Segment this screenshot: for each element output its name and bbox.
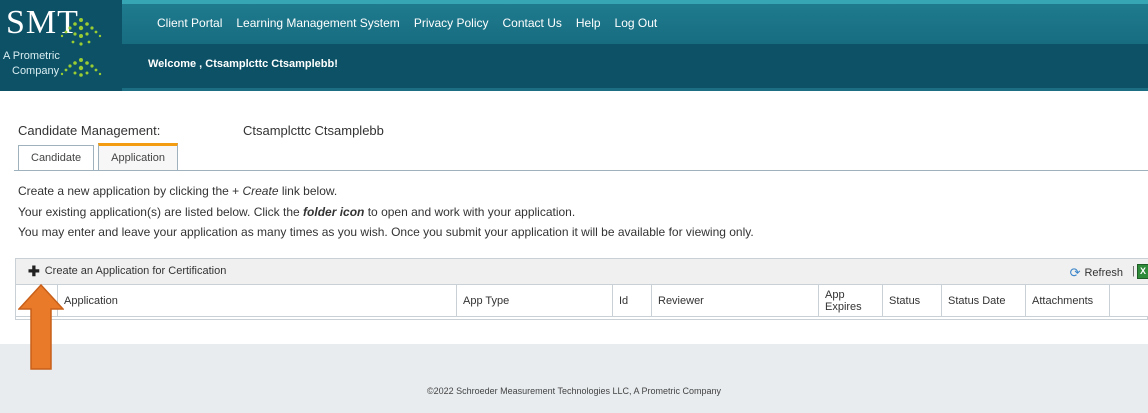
- welcome-message: Welcome , Ctsamplcttc Ctsamplebb!: [148, 58, 338, 70]
- top-navigation: Client Portal Learning Management System…: [157, 16, 657, 30]
- refresh-button[interactable]: ⟳ Refresh: [1070, 265, 1123, 281]
- column-header-extra: [1110, 285, 1148, 317]
- tab-divider: [14, 170, 1148, 171]
- tab-application[interactable]: Application: [98, 143, 178, 170]
- grid-header-row: Application App Type Id Reviewer App Exp…: [16, 285, 1148, 317]
- instruction-line-1-prefix: Create a new application by clicking the…: [18, 184, 243, 198]
- footer: ©2022 Schroeder Measurement Technologies…: [0, 344, 1148, 413]
- create-application-button[interactable]: ✚ Create an Application for Certificatio…: [28, 263, 227, 279]
- column-header-status[interactable]: Status: [883, 285, 942, 317]
- instruction-line-1-suffix: link below.: [278, 184, 338, 198]
- instruction-create-word: Create: [242, 184, 279, 198]
- nav-contact-us[interactable]: Contact Us: [503, 16, 562, 30]
- nav-privacy-policy[interactable]: Privacy Policy: [414, 16, 489, 30]
- footer-copyright: ©2022 Schroeder Measurement Technologies…: [426, 386, 722, 396]
- nav-client-portal[interactable]: Client Portal: [157, 16, 222, 30]
- header-accent-strip: [0, 0, 1148, 4]
- instruction-line-3: You may enter and leave your application…: [18, 225, 754, 239]
- tab-bar: Candidate Application: [18, 143, 182, 170]
- column-header-status-date[interactable]: Status Date: [942, 285, 1026, 317]
- site-header: SMT A Prometric Company Client Portal Le…: [0, 0, 1148, 91]
- logo[interactable]: SMT A Prometric Company: [0, 0, 122, 91]
- create-application-label: Create an Application for Certification: [44, 265, 227, 277]
- applications-grid: ✚ Create an Application for Certificatio…: [15, 258, 1148, 320]
- nav-help[interactable]: Help: [576, 16, 601, 30]
- instruction-line-1: Create a new application by clicking the…: [18, 184, 337, 198]
- column-header-application[interactable]: Application: [58, 285, 457, 317]
- logo-subtitle-line1: A Prometric: [3, 50, 60, 62]
- refresh-icon: ⟳: [1069, 265, 1081, 280]
- plus-icon: ✚: [28, 263, 40, 279]
- tab-candidate[interactable]: Candidate: [18, 145, 95, 170]
- instruction-line-2: Your existing application(s) are listed …: [18, 205, 575, 219]
- nav-log-out[interactable]: Log Out: [615, 16, 658, 30]
- column-header-app-expires[interactable]: App Expires: [819, 285, 883, 317]
- toolbar-separator: |: [1132, 265, 1135, 277]
- logo-subtitle-line2: Company: [12, 65, 60, 77]
- instruction-line-2-suffix: to open and work with your application.: [364, 205, 576, 219]
- nav-learning-management-system[interactable]: Learning Management System: [236, 16, 399, 30]
- candidate-management-label: Candidate Management:: [18, 123, 161, 138]
- grid-toolbar: ✚ Create an Application for Certificatio…: [16, 259, 1148, 285]
- instruction-line-2-prefix: Your existing application(s) are listed …: [18, 205, 304, 219]
- header-bottom-line: [0, 88, 1148, 91]
- excel-export-icon[interactable]: X: [1137, 264, 1148, 279]
- column-header-id[interactable]: Id: [613, 285, 652, 317]
- column-header-attachments[interactable]: Attachments: [1026, 285, 1110, 317]
- orange-arrow-annotation: [18, 284, 64, 370]
- refresh-label: Refresh: [1084, 267, 1123, 279]
- column-header-reviewer[interactable]: Reviewer: [652, 285, 819, 317]
- instruction-folder-icon-text: folder icon: [303, 205, 365, 219]
- column-header-app-type[interactable]: App Type: [457, 285, 613, 317]
- candidate-name: Ctsamplcttc Ctsamplebb: [243, 123, 384, 138]
